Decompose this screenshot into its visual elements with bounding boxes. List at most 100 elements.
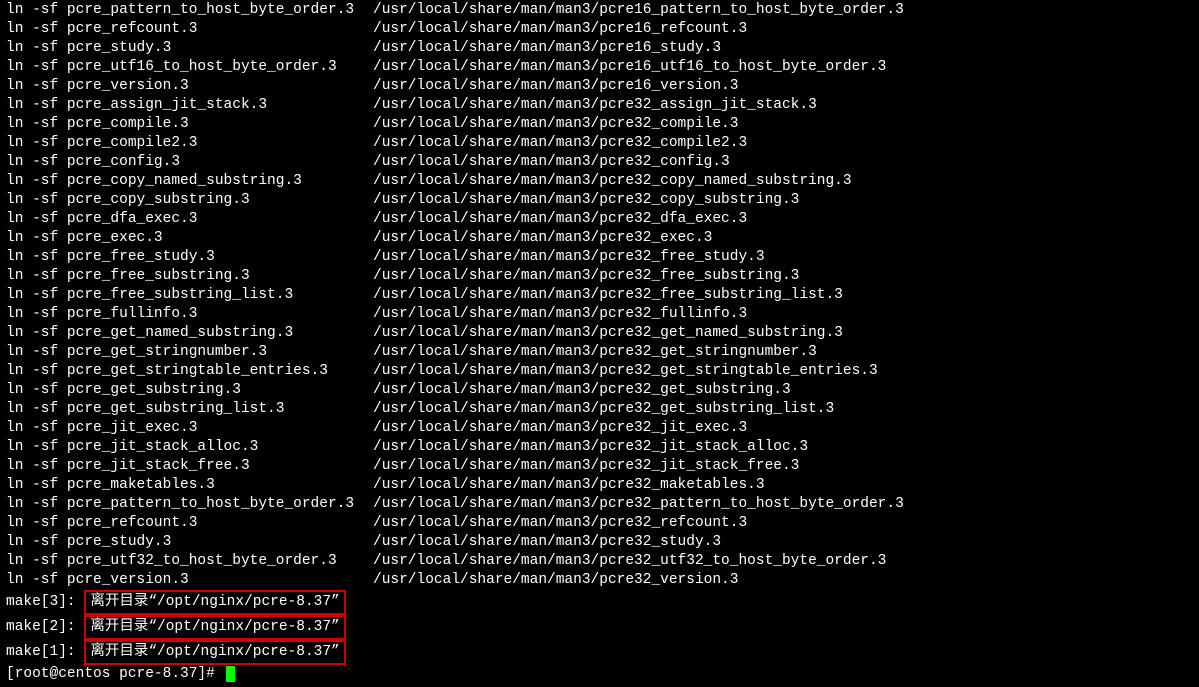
- make-leave-block: make[3]: 离开目录“/opt/nginx/pcre-8.37” make…: [6, 590, 1193, 665]
- ln-command: ln -sf pcre_get_stringnumber.3: [6, 343, 373, 362]
- ln-command: ln -sf pcre_utf16_to_host_byte_order.3: [6, 58, 373, 77]
- terminal-output: ln -sf pcre_pattern_to_host_byte_order.3…: [6, 1, 1193, 590]
- ln-command: ln -sf pcre_get_stringtable_entries.3: [6, 362, 373, 381]
- output-line: ln -sf pcre_get_named_substring.3/usr/lo…: [6, 324, 1193, 343]
- output-line: ln -sf pcre_get_stringtable_entries.3/us…: [6, 362, 1193, 381]
- output-line: ln -sf pcre_jit_stack_free.3/usr/local/s…: [6, 457, 1193, 476]
- output-line: ln -sf pcre_copy_named_substring.3/usr/l…: [6, 172, 1193, 191]
- ln-command: ln -sf pcre_get_substring_list.3: [6, 400, 373, 419]
- ln-target: /usr/local/share/man/man3/pcre32_utf32_t…: [373, 553, 886, 569]
- ln-command: ln -sf pcre_jit_exec.3: [6, 419, 373, 438]
- highlight-box: 离开目录“/opt/nginx/pcre-8.37”: [84, 640, 345, 665]
- ln-command: ln -sf pcre_free_substring_list.3: [6, 286, 373, 305]
- output-line: ln -sf pcre_get_substring_list.3/usr/loc…: [6, 400, 1193, 419]
- output-line: ln -sf pcre_pattern_to_host_byte_order.3…: [6, 1, 1193, 20]
- ln-target: /usr/local/share/man/man3/pcre32_maketab…: [373, 477, 765, 493]
- output-line: ln -sf pcre_utf16_to_host_byte_order.3/u…: [6, 58, 1193, 77]
- ln-command: ln -sf pcre_free_study.3: [6, 248, 373, 267]
- output-line: ln -sf pcre_assign_jit_stack.3/usr/local…: [6, 96, 1193, 115]
- ln-target: /usr/local/share/man/man3/pcre32_exec.3: [373, 230, 712, 246]
- ln-command: ln -sf pcre_utf32_to_host_byte_order.3: [6, 552, 373, 571]
- cursor-icon: [226, 666, 235, 682]
- output-line: ln -sf pcre_jit_exec.3/usr/local/share/m…: [6, 419, 1193, 438]
- ln-target: /usr/local/share/man/man3/pcre32_get_sub…: [373, 382, 791, 398]
- highlight-box: 离开目录“/opt/nginx/pcre-8.37”: [84, 615, 345, 640]
- output-line: ln -sf pcre_dfa_exec.3/usr/local/share/m…: [6, 210, 1193, 229]
- ln-command: ln -sf pcre_pattern_to_host_byte_order.3: [6, 495, 373, 514]
- output-line: ln -sf pcre_pattern_to_host_byte_order.3…: [6, 495, 1193, 514]
- output-line: ln -sf pcre_free_study.3/usr/local/share…: [6, 248, 1193, 267]
- output-line: ln -sf pcre_utf32_to_host_byte_order.3/u…: [6, 552, 1193, 571]
- ln-target: /usr/local/share/man/man3/pcre16_utf16_t…: [373, 59, 886, 75]
- ln-command: ln -sf pcre_compile2.3: [6, 134, 373, 153]
- ln-target: /usr/local/share/man/man3/pcre32_assign_…: [373, 97, 817, 113]
- output-line: ln -sf pcre_get_stringnumber.3/usr/local…: [6, 343, 1193, 362]
- ln-command: ln -sf pcre_config.3: [6, 153, 373, 172]
- output-line: ln -sf pcre_compile.3/usr/local/share/ma…: [6, 115, 1193, 134]
- shell-prompt: [root@centos pcre-8.37]#: [6, 665, 224, 684]
- highlight-box: 离开目录“/opt/nginx/pcre-8.37”: [84, 590, 345, 615]
- output-line: ln -sf pcre_version.3/usr/local/share/ma…: [6, 77, 1193, 96]
- ln-command: ln -sf pcre_assign_jit_stack.3: [6, 96, 373, 115]
- output-line: ln -sf pcre_config.3/usr/local/share/man…: [6, 153, 1193, 172]
- output-line: ln -sf pcre_jit_stack_alloc.3/usr/local/…: [6, 438, 1193, 457]
- ln-command: ln -sf pcre_exec.3: [6, 229, 373, 248]
- ln-target: /usr/local/share/man/man3/pcre32_study.3: [373, 534, 721, 550]
- output-line: ln -sf pcre_study.3/usr/local/share/man/…: [6, 39, 1193, 58]
- ln-command: ln -sf pcre_maketables.3: [6, 476, 373, 495]
- ln-target: /usr/local/share/man/man3/pcre16_pattern…: [373, 2, 904, 18]
- ln-target: /usr/local/share/man/man3/pcre32_jit_exe…: [373, 420, 747, 436]
- output-line: ln -sf pcre_version.3/usr/local/share/ma…: [6, 571, 1193, 590]
- make-prefix: make[1]:: [6, 643, 84, 662]
- output-line: ln -sf pcre_compile2.3/usr/local/share/m…: [6, 134, 1193, 153]
- ln-target: /usr/local/share/man/man3/pcre32_get_sub…: [373, 401, 834, 417]
- ln-target: /usr/local/share/man/man3/pcre16_version…: [373, 78, 738, 94]
- ln-command: ln -sf pcre_copy_substring.3: [6, 191, 373, 210]
- ln-command: ln -sf pcre_jit_stack_alloc.3: [6, 438, 373, 457]
- ln-command: ln -sf pcre_get_named_substring.3: [6, 324, 373, 343]
- ln-command: ln -sf pcre_study.3: [6, 533, 373, 552]
- output-line: ln -sf pcre_copy_substring.3/usr/local/s…: [6, 191, 1193, 210]
- ln-target: /usr/local/share/man/man3/pcre32_refcoun…: [373, 515, 747, 531]
- ln-command: ln -sf pcre_dfa_exec.3: [6, 210, 373, 229]
- ln-command: ln -sf pcre_pattern_to_host_byte_order.3: [6, 1, 373, 20]
- ln-target: /usr/local/share/man/man3/pcre32_get_nam…: [373, 325, 843, 341]
- ln-command: ln -sf pcre_get_substring.3: [6, 381, 373, 400]
- ln-target: /usr/local/share/man/man3/pcre32_copy_na…: [373, 173, 852, 189]
- ln-target: /usr/local/share/man/man3/pcre32_fullinf…: [373, 306, 747, 322]
- ln-target: /usr/local/share/man/man3/pcre32_copy_su…: [373, 192, 799, 208]
- output-line: ln -sf pcre_study.3/usr/local/share/man/…: [6, 533, 1193, 552]
- ln-command: ln -sf pcre_study.3: [6, 39, 373, 58]
- output-line: ln -sf pcre_maketables.3/usr/local/share…: [6, 476, 1193, 495]
- ln-command: ln -sf pcre_jit_stack_free.3: [6, 457, 373, 476]
- output-line: ln -sf pcre_fullinfo.3/usr/local/share/m…: [6, 305, 1193, 324]
- ln-command: ln -sf pcre_free_substring.3: [6, 267, 373, 286]
- output-line: ln -sf pcre_exec.3/usr/local/share/man/m…: [6, 229, 1193, 248]
- ln-command: ln -sf pcre_copy_named_substring.3: [6, 172, 373, 191]
- ln-target: /usr/local/share/man/man3/pcre32_free_su…: [373, 287, 843, 303]
- output-line: ln -sf pcre_refcount.3/usr/local/share/m…: [6, 20, 1193, 39]
- ln-target: /usr/local/share/man/man3/pcre32_get_str…: [373, 363, 878, 379]
- ln-target: /usr/local/share/man/man3/pcre32_config.…: [373, 154, 730, 170]
- ln-target: /usr/local/share/man/man3/pcre32_free_st…: [373, 249, 765, 265]
- ln-target: /usr/local/share/man/man3/pcre16_study.3: [373, 40, 721, 56]
- output-line: ln -sf pcre_free_substring.3/usr/local/s…: [6, 267, 1193, 286]
- ln-target: /usr/local/share/man/man3/pcre32_compile…: [373, 116, 738, 132]
- ln-command: ln -sf pcre_compile.3: [6, 115, 373, 134]
- ln-command: ln -sf pcre_refcount.3: [6, 20, 373, 39]
- output-line: ln -sf pcre_free_substring_list.3/usr/lo…: [6, 286, 1193, 305]
- ln-target: /usr/local/share/man/man3/pcre32_dfa_exe…: [373, 211, 747, 227]
- ln-target: /usr/local/share/man/man3/pcre16_refcoun…: [373, 21, 747, 37]
- ln-target: /usr/local/share/man/man3/pcre32_jit_sta…: [373, 439, 808, 455]
- ln-command: ln -sf pcre_refcount.3: [6, 514, 373, 533]
- prompt-line[interactable]: [root@centos pcre-8.37]#: [6, 665, 1193, 684]
- ln-command: ln -sf pcre_version.3: [6, 571, 373, 590]
- ln-target: /usr/local/share/man/man3/pcre32_compile…: [373, 135, 747, 151]
- ln-command: ln -sf pcre_version.3: [6, 77, 373, 96]
- output-line: ln -sf pcre_refcount.3/usr/local/share/m…: [6, 514, 1193, 533]
- ln-target: /usr/local/share/man/man3/pcre32_jit_sta…: [373, 458, 799, 474]
- ln-command: ln -sf pcre_fullinfo.3: [6, 305, 373, 324]
- ln-target: /usr/local/share/man/man3/pcre32_pattern…: [373, 496, 904, 512]
- ln-target: /usr/local/share/man/man3/pcre32_free_su…: [373, 268, 799, 284]
- output-line: ln -sf pcre_get_substring.3/usr/local/sh…: [6, 381, 1193, 400]
